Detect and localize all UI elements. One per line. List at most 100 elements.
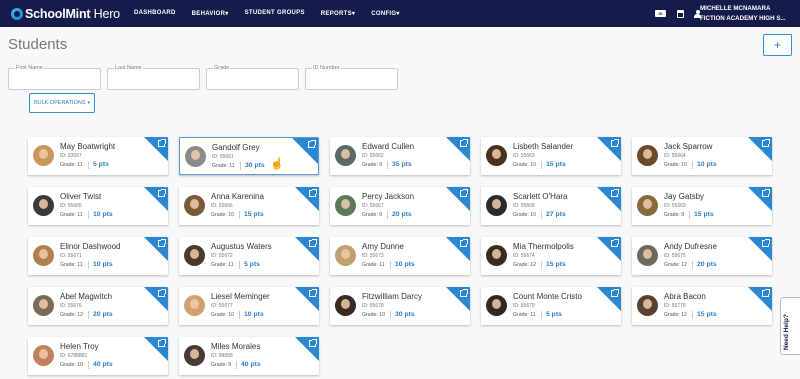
brand-product: Hero bbox=[93, 6, 120, 21]
user-account-menu[interactable]: MICHELLE MCNAMARA FICTION ACADEMY HIGH S… bbox=[700, 4, 786, 24]
student-avatar bbox=[33, 195, 54, 216]
grade-field[interactable]: Grade bbox=[206, 65, 299, 90]
student-card[interactable]: Augustus Waters ID: 55672 Grade: 11 5 pts bbox=[179, 237, 319, 275]
student-card[interactable]: Abra Bacon ID: 55778 Grade: 12 15 pts bbox=[632, 287, 772, 325]
student-name: Andy Dufresne bbox=[664, 242, 717, 251]
id-card-icon[interactable]: ID bbox=[655, 10, 666, 17]
student-card[interactable]: Gandolf Grey ID: 55661 Grade: 11 30 pts bbox=[179, 137, 319, 175]
student-card[interactable]: Jay Gatsby ID: 55669 Grade: 9 15 pts bbox=[632, 187, 772, 225]
divider bbox=[541, 261, 542, 269]
student-avatar bbox=[486, 145, 507, 166]
external-link-icon[interactable] bbox=[460, 189, 468, 197]
external-link-icon[interactable] bbox=[460, 239, 468, 247]
student-id: ID: 55663 bbox=[513, 153, 535, 159]
brand-name: SchoolMint bbox=[25, 6, 91, 21]
student-card[interactable]: Elinor Dashwood ID: 55671 Grade: 11 10 pts bbox=[28, 237, 168, 275]
schoolmint-logo[interactable]: SchoolMint Hero bbox=[11, 0, 120, 27]
student-card[interactable]: Amy Dunne ID: 55673 Grade: 11 10 pts bbox=[330, 237, 470, 275]
id-number-field[interactable]: ID Number bbox=[305, 65, 398, 90]
student-name: Percy Jackson bbox=[362, 192, 415, 201]
student-avatar bbox=[184, 195, 205, 216]
nav-item-student-groups[interactable]: STUDENT GROUPS bbox=[245, 10, 305, 17]
student-card[interactable]: Edward Cullen ID: 55662 Grade: 9 35 pts bbox=[330, 137, 470, 175]
add-student-button[interactable]: + bbox=[763, 34, 792, 56]
bulk-operations-button[interactable]: BULK OPERATIONS ▾ bbox=[29, 93, 95, 113]
external-link-icon[interactable] bbox=[460, 139, 468, 147]
external-link-icon[interactable] bbox=[762, 139, 770, 147]
external-link-icon[interactable] bbox=[762, 189, 770, 197]
external-link-icon[interactable] bbox=[762, 239, 770, 247]
student-card[interactable]: Anna Karenina ID: 55666 Grade: 10 15 pts bbox=[179, 187, 319, 225]
student-id: ID: 55673 bbox=[362, 253, 384, 259]
student-points: 15 pts bbox=[244, 211, 264, 218]
student-card[interactable]: Liesel Meminger ID: 55677 Grade: 10 10 pts bbox=[179, 287, 319, 325]
student-grade: Grade: 12 bbox=[664, 312, 688, 318]
nav-item-behavior[interactable]: BEHAVIOR▾ bbox=[192, 10, 229, 17]
student-id: ID: 55675 bbox=[664, 253, 686, 259]
student-id: ID: 55665 bbox=[60, 203, 82, 209]
student-avatar bbox=[486, 245, 507, 266]
external-link-icon[interactable] bbox=[308, 140, 316, 148]
external-link-icon[interactable] bbox=[611, 239, 619, 247]
student-card[interactable]: Helen Troy ID: 6788881 Grade: 10 40 pts bbox=[28, 337, 168, 375]
student-name: Amy Dunne bbox=[362, 242, 404, 251]
mouse-cursor-icon: ☝ bbox=[270, 158, 284, 170]
student-card[interactable]: Fitzwilliam Darcy ID: 55678 Grade: 10 30 pt… bbox=[330, 287, 470, 325]
calendar-icon[interactable] bbox=[677, 9, 684, 18]
external-link-icon[interactable] bbox=[460, 289, 468, 297]
student-grade: Grade: 9 bbox=[211, 362, 232, 368]
student-card[interactable]: Lisbeth Salander ID: 55663 Grade: 10 15 pts bbox=[481, 137, 621, 175]
external-link-icon[interactable] bbox=[158, 339, 166, 347]
student-id: ID: 55778 bbox=[664, 303, 686, 309]
first-name-field[interactable]: First Name bbox=[8, 65, 101, 90]
external-link-icon[interactable] bbox=[309, 289, 317, 297]
student-id: ID: 99888 bbox=[211, 353, 233, 359]
student-avatar bbox=[185, 146, 206, 167]
student-grade: Grade: 11 bbox=[212, 163, 235, 169]
student-card[interactable]: Jack Sparrow ID: 55664 Grade: 10 10 pts bbox=[632, 137, 772, 175]
student-points: 20 pts bbox=[392, 211, 412, 218]
student-points: 30 pts bbox=[395, 311, 415, 318]
external-link-icon[interactable] bbox=[158, 289, 166, 297]
student-card[interactable]: Oliver Twist ID: 55665 Grade: 11 10 pts bbox=[28, 187, 168, 225]
last-name-field[interactable]: Last Name bbox=[107, 65, 200, 90]
external-link-icon[interactable] bbox=[158, 189, 166, 197]
student-card[interactable]: Abel Magwitch ID: 55676 Grade: 12 20 pts bbox=[28, 287, 168, 325]
external-link-icon[interactable] bbox=[611, 189, 619, 197]
student-card[interactable]: Miles Morales ID: 99888 Grade: 9 40 pts bbox=[179, 337, 319, 375]
student-avatar bbox=[335, 195, 356, 216]
external-link-icon[interactable] bbox=[309, 189, 317, 197]
student-card[interactable]: Andy Dufresne ID: 55675 Grade: 12 20 pts bbox=[632, 237, 772, 275]
student-name: Jay Gatsby bbox=[664, 192, 705, 201]
student-grade: Grade: 10 bbox=[513, 162, 537, 168]
external-link-icon[interactable] bbox=[309, 339, 317, 347]
student-grade: Grade: 10 bbox=[211, 212, 235, 218]
need-help-tab[interactable]: Need Help? bbox=[780, 297, 800, 355]
student-id: ID: 55662 bbox=[362, 153, 384, 159]
divider bbox=[390, 261, 391, 269]
student-card[interactable]: May Boatwright ID: 33567 Grade: 11 5 pts bbox=[28, 137, 168, 175]
student-id: ID: 55677 bbox=[211, 303, 233, 309]
external-link-icon[interactable] bbox=[611, 289, 619, 297]
student-card[interactable]: Percy Jackson ID: 55667 Grade: 9 20 pts bbox=[330, 187, 470, 225]
student-name: Lisbeth Salander bbox=[513, 142, 574, 151]
student-card[interactable]: Scarlett O'Hara ID: 55668 Grade: 10 27 pts bbox=[481, 187, 621, 225]
student-name: Abel Magwitch bbox=[60, 292, 113, 301]
external-link-icon[interactable] bbox=[762, 289, 770, 297]
external-link-icon[interactable] bbox=[158, 139, 166, 147]
chevron-down-icon: ▾ bbox=[396, 11, 400, 17]
student-avatar bbox=[637, 145, 658, 166]
student-points: 5 pts bbox=[546, 311, 562, 318]
student-card[interactable]: Mia Thermolpolis ID: 55674 Grade: 12 15 pts bbox=[481, 237, 621, 275]
external-link-icon[interactable] bbox=[309, 239, 317, 247]
external-link-icon[interactable] bbox=[158, 239, 166, 247]
student-card[interactable]: Count Monte Cristo ID: 55679 Grade: 11 5 pt… bbox=[481, 287, 621, 325]
external-link-icon[interactable] bbox=[611, 139, 619, 147]
student-avatar bbox=[637, 195, 658, 216]
student-id: ID: 55671 bbox=[60, 253, 82, 259]
nav-item-config[interactable]: CONFIG▾ bbox=[371, 10, 399, 17]
nav-item-dashboard[interactable]: DASHBOARD bbox=[134, 10, 176, 17]
student-name: Jack Sparrow bbox=[664, 142, 713, 151]
student-avatar bbox=[184, 245, 205, 266]
nav-item-reports[interactable]: REPORTS▾ bbox=[321, 10, 355, 17]
